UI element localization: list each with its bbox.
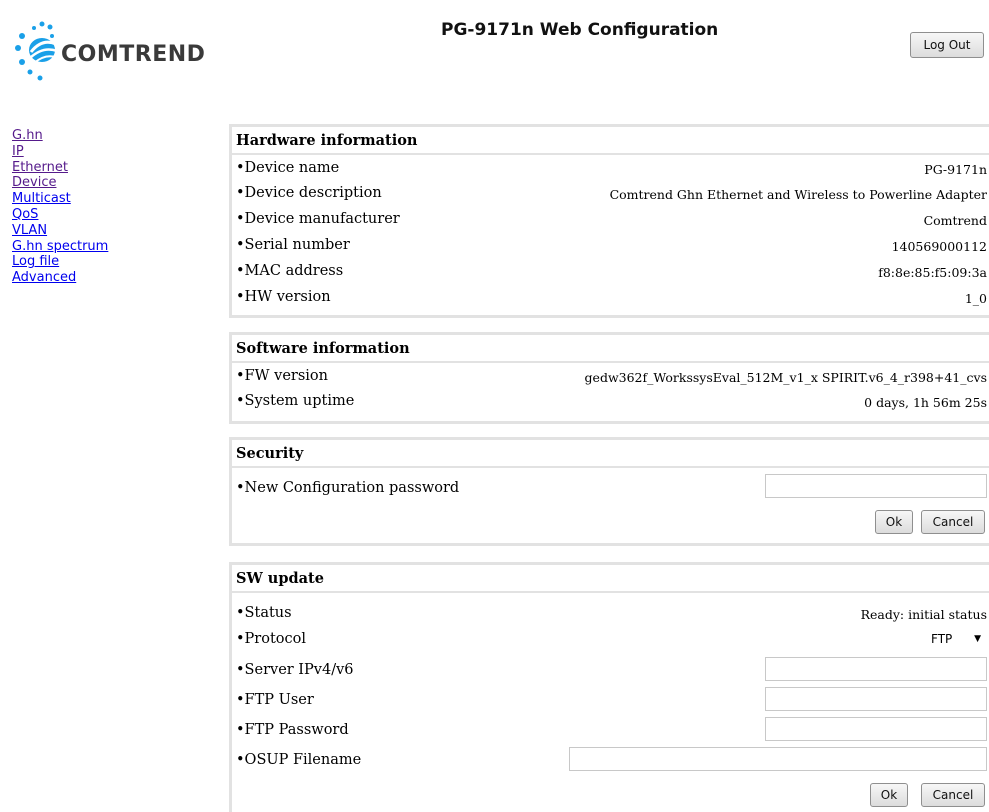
logout-button[interactable]: Log Out (910, 32, 984, 58)
status-label: •Status (236, 605, 292, 621)
sw-update-actions: Ok Cancel (232, 775, 989, 812)
hw-version-label: •HW version (236, 289, 331, 305)
software-info-title: Software information (232, 335, 989, 363)
mac-address-row: •MAC address f8:8e:85:f5:09:3a (232, 259, 989, 285)
serial-number-row: •Serial number 140569000112 (232, 233, 989, 259)
sw-update-title: SW update (232, 565, 989, 593)
ftp-password-row: •FTP Password (232, 715, 989, 745)
ftp-user-input[interactable] (765, 687, 987, 711)
protocol-label: •Protocol (236, 631, 307, 647)
config-password-input[interactable] (765, 474, 987, 498)
security-cancel-button[interactable]: Cancel (921, 510, 985, 534)
ftp-password-input[interactable] (765, 717, 987, 741)
system-uptime-label: •System uptime (236, 393, 355, 409)
device-name-value: PG-9171n (924, 162, 987, 177)
software-info-panel: Software information •FW version gedw362… (229, 332, 989, 424)
protocol-row: •Protocol FTP ▼ (232, 625, 989, 655)
hw-version-value: 1_0 (964, 291, 987, 306)
osup-filename-row: •OSUP Filename (232, 745, 989, 775)
status-value: Ready: initial status (860, 607, 987, 622)
config-password-row: •New Configuration password (232, 468, 989, 504)
sidebar-item-log-file[interactable]: Log file (12, 254, 152, 270)
sidebar-item-vlan[interactable]: VLAN (12, 223, 152, 239)
ftp-user-label: •FTP User (236, 692, 314, 708)
server-address-input[interactable] (765, 657, 987, 681)
device-name-label: •Device name (236, 160, 340, 176)
sw-update-panel: SW update •Status Ready: initial status … (229, 562, 989, 812)
sidebar-item-ethernet[interactable]: Ethernet (12, 160, 152, 176)
device-manufacturer-label: •Device manufacturer (236, 211, 400, 227)
sidebar-item-multicast[interactable]: Multicast (12, 191, 152, 207)
protocol-selected-value: FTP (931, 632, 953, 646)
mac-address-value: f8:8e:85:f5:09:3a (878, 265, 987, 280)
status-row: •Status Ready: initial status (232, 593, 989, 625)
sw-update-ok-button[interactable]: Ok (870, 783, 908, 807)
security-ok-button[interactable]: Ok (875, 510, 913, 534)
device-description-label: •Device description (236, 185, 382, 201)
serial-number-value: 140569000112 (891, 239, 987, 254)
server-label: •Server IPv4/v6 (236, 662, 354, 678)
ftp-password-label: •FTP Password (236, 722, 349, 738)
hardware-info-panel: Hardware information •Device name PG-917… (229, 124, 989, 318)
sidebar-item-ip[interactable]: IP (12, 144, 152, 160)
hardware-info-title: Hardware information (232, 127, 989, 155)
sw-update-cancel-button[interactable]: Cancel (921, 783, 985, 807)
sidebar-item-advanced[interactable]: Advanced (12, 270, 152, 286)
hw-version-row: •HW version 1_0 (232, 285, 989, 311)
ftp-user-row: •FTP User (232, 685, 989, 715)
dropdown-arrow-icon: ▼ (974, 634, 981, 644)
security-panel: Security •New Configuration password Ok … (229, 437, 989, 546)
server-row: •Server IPv4/v6 (232, 655, 989, 685)
fw-version-value: gedw362f_WorkssysEval_512M_v1_x SPIRIT.v… (584, 370, 987, 385)
security-actions: Ok Cancel (232, 504, 989, 540)
sidebar-nav: G.hn IP Ethernet Device Multicast QoS VL… (12, 128, 152, 286)
device-manufacturer-value: Comtrend (923, 213, 987, 228)
osup-filename-label: •OSUP Filename (236, 752, 362, 768)
security-title: Security (232, 440, 989, 468)
page-title: PG-9171n Web Configuration (441, 20, 719, 40)
sidebar-item-device[interactable]: Device (12, 175, 152, 191)
device-name-row: •Device name PG-9171n (232, 155, 989, 181)
sidebar-item-ghn[interactable]: G.hn (12, 128, 152, 144)
mac-address-label: •MAC address (236, 263, 344, 279)
fw-version-row: •FW version gedw362f_WorkssysEval_512M_v… (232, 363, 989, 389)
sidebar-item-ghn-spectrum[interactable]: G.hn spectrum (12, 239, 152, 255)
protocol-select[interactable]: FTP ▼ (923, 629, 987, 651)
serial-number-label: •Serial number (236, 237, 350, 253)
sidebar-item-qos[interactable]: QoS (12, 207, 152, 223)
device-manufacturer-row: •Device manufacturer Comtrend (232, 207, 989, 233)
osup-filename-input[interactable] (569, 747, 987, 771)
device-description-value: Comtrend Ghn Ethernet and Wireless to Po… (609, 187, 987, 202)
system-uptime-value: 0 days, 1h 56m 25s (864, 395, 987, 410)
device-description-row: •Device description Comtrend Ghn Etherne… (232, 181, 989, 207)
logo-wordmark: COMTREND (61, 42, 206, 67)
fw-version-label: •FW version (236, 368, 328, 384)
system-uptime-row: •System uptime 0 days, 1h 56m 25s (232, 389, 989, 415)
config-password-label: •New Configuration password (236, 480, 460, 496)
